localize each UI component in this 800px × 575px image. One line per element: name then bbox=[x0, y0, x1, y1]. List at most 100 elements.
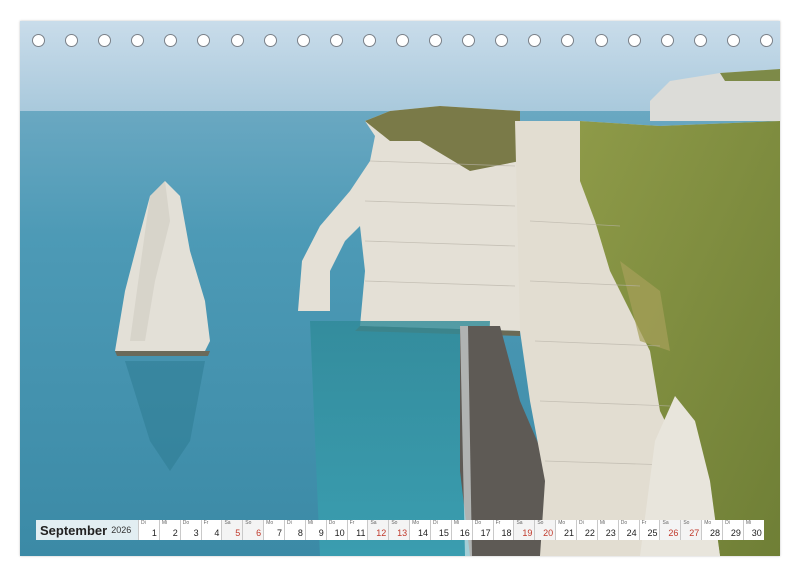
day-number: 8 bbox=[297, 528, 303, 538]
binding-hole bbox=[429, 34, 443, 47]
calendar-page: September 2026 Di 1 Mi 2 Do 3 Fr 4 Sa 5 So 6 Mo 7 Di 8 M… bbox=[20, 21, 780, 556]
day-number: 14 bbox=[418, 528, 429, 538]
day-of-week: Mo bbox=[266, 520, 274, 526]
day-cell: Mi 23 bbox=[596, 520, 618, 540]
calendar-strip: September 2026 Di 1 Mi 2 Do 3 Fr 4 Sa 5 So 6 Mo 7 Di 8 M… bbox=[36, 520, 764, 540]
day-number: 10 bbox=[334, 528, 345, 538]
day-of-week: So bbox=[683, 520, 690, 526]
day-number: 23 bbox=[605, 528, 616, 538]
etretat-cliffs-photo bbox=[20, 21, 780, 556]
day-number: 13 bbox=[397, 528, 408, 538]
day-number: 7 bbox=[277, 528, 283, 538]
binding-hole bbox=[329, 34, 343, 47]
day-cell: Mi 16 bbox=[450, 520, 472, 540]
month-year: 2026 bbox=[111, 525, 132, 535]
day-of-week: Mi bbox=[453, 520, 460, 526]
binding-hole bbox=[164, 34, 178, 47]
binding-hole bbox=[561, 34, 575, 47]
day-number: 9 bbox=[318, 528, 324, 538]
day-cell: Sa 26 bbox=[659, 520, 681, 540]
day-cell: Fr 25 bbox=[638, 520, 660, 540]
day-cell: Mi 2 bbox=[158, 520, 180, 540]
day-number: 18 bbox=[501, 528, 512, 538]
day-of-week: Do bbox=[474, 520, 482, 526]
day-of-week: Sa bbox=[224, 520, 231, 526]
day-number: 24 bbox=[626, 528, 637, 538]
binding-hole bbox=[660, 34, 674, 47]
day-of-week: Do bbox=[328, 520, 336, 526]
day-of-week: Mi bbox=[161, 520, 168, 526]
day-cell: Fr 4 bbox=[200, 520, 222, 540]
day-of-week: Do bbox=[620, 520, 628, 526]
day-number: 30 bbox=[751, 528, 762, 538]
day-cell: Do 3 bbox=[179, 520, 201, 540]
day-cell: Sa 12 bbox=[367, 520, 389, 540]
binding-hole bbox=[197, 34, 211, 47]
binding-hole bbox=[693, 34, 707, 47]
binding-hole bbox=[32, 34, 45, 47]
day-of-week: Do bbox=[182, 520, 190, 526]
day-cell: Di 8 bbox=[284, 520, 305, 540]
day-cell: Di 15 bbox=[430, 520, 451, 540]
day-number: 12 bbox=[376, 528, 387, 538]
binding-hole bbox=[230, 34, 244, 47]
day-of-week: Mo bbox=[412, 520, 420, 526]
day-number: 5 bbox=[235, 528, 241, 538]
day-of-week: Sa bbox=[662, 520, 669, 526]
day-cell: So 20 bbox=[534, 520, 556, 540]
binding-hole bbox=[396, 34, 409, 47]
binding-hole bbox=[462, 34, 476, 47]
day-cell: Sa 5 bbox=[221, 520, 243, 540]
day-cell: Fr 18 bbox=[492, 520, 514, 540]
day-cell: So 27 bbox=[680, 520, 702, 540]
day-of-week: Fr bbox=[495, 520, 501, 526]
day-number: 19 bbox=[522, 528, 533, 538]
day-number: 4 bbox=[214, 528, 220, 538]
day-number: 6 bbox=[256, 528, 262, 538]
day-of-week: Fr bbox=[349, 520, 355, 526]
day-of-week: Mo bbox=[558, 520, 566, 526]
day-cell: So 6 bbox=[242, 520, 264, 540]
binding-hole bbox=[594, 34, 608, 47]
day-number: 3 bbox=[193, 528, 199, 538]
day-cell: Mi 9 bbox=[304, 520, 326, 540]
day-of-week: So bbox=[537, 520, 544, 526]
day-cell: Mo 21 bbox=[555, 520, 577, 540]
day-cell: Do 10 bbox=[325, 520, 347, 540]
day-of-week: Fr bbox=[203, 520, 209, 526]
day-number: 15 bbox=[438, 528, 449, 538]
day-cell: Do 17 bbox=[471, 520, 493, 540]
day-of-week: Mi bbox=[745, 520, 752, 526]
day-grid: Di 1 Mi 2 Do 3 Fr 4 Sa 5 So 6 Mo 7 Di 8 Mi 9 Do 10 Fr 11 Sa 12 S… bbox=[138, 520, 764, 540]
day-number: 2 bbox=[172, 528, 178, 538]
binding-hole bbox=[528, 34, 542, 47]
day-number: 11 bbox=[356, 528, 366, 538]
day-of-week: So bbox=[391, 520, 398, 526]
day-cell: Di 1 bbox=[138, 520, 159, 540]
day-of-week: Mo bbox=[704, 520, 712, 526]
day-of-week: Di bbox=[579, 520, 584, 526]
day-number: 27 bbox=[689, 528, 700, 538]
month-name: September bbox=[40, 522, 108, 538]
day-number: 21 bbox=[564, 528, 575, 538]
binding-hole bbox=[296, 34, 310, 47]
day-number: 28 bbox=[710, 528, 721, 538]
day-of-week: Sa bbox=[370, 520, 377, 526]
binding-hole bbox=[131, 34, 145, 47]
day-of-week: Di bbox=[141, 520, 146, 526]
day-number: 26 bbox=[668, 528, 679, 538]
binding-hole bbox=[760, 34, 773, 47]
day-cell: Mo 14 bbox=[409, 520, 431, 540]
binding-hole bbox=[495, 34, 509, 47]
day-of-week: Di bbox=[725, 520, 730, 526]
day-number: 20 bbox=[543, 528, 554, 538]
day-number: 16 bbox=[459, 528, 470, 538]
day-cell: Sa 19 bbox=[513, 520, 535, 540]
binding-hole bbox=[726, 34, 740, 47]
day-number: 25 bbox=[647, 528, 658, 538]
day-of-week: Sa bbox=[516, 520, 523, 526]
day-of-week: Mi bbox=[599, 520, 606, 526]
day-of-week: Mi bbox=[307, 520, 314, 526]
day-cell: Di 29 bbox=[722, 520, 743, 540]
day-of-week: Fr bbox=[641, 520, 647, 526]
